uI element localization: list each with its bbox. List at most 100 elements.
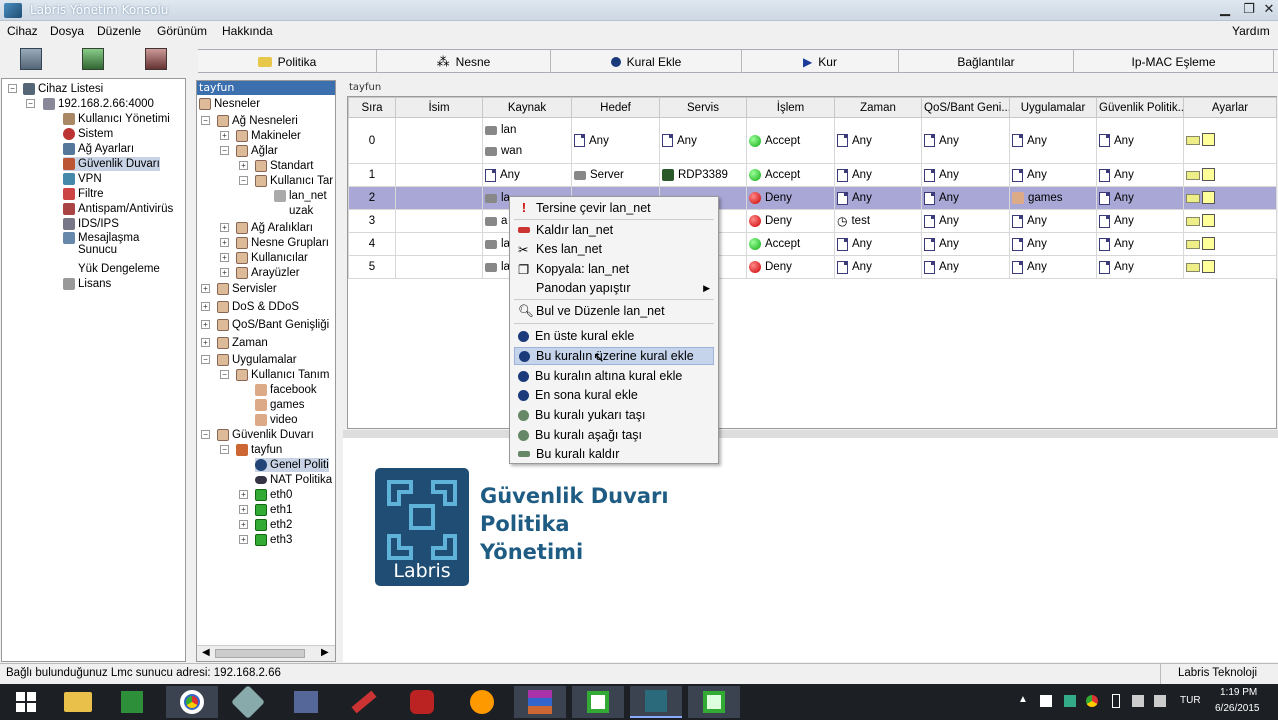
network-status-icon[interactable] xyxy=(1132,695,1144,707)
tree-item-guvenlik-duvari[interactable]: Güvenlik Duvarı xyxy=(63,157,160,171)
tab-kural-ekle[interactable]: Kural Ekle xyxy=(551,50,742,73)
table-row[interactable]: 1 Any Server RDP3389 Accept Any Any Any … xyxy=(348,163,1277,187)
collapse-toggle[interactable]: − xyxy=(220,370,229,379)
collapse-toggle[interactable]: − xyxy=(201,430,210,439)
network-tool-icon[interactable] xyxy=(280,686,332,718)
tree-node-nat-politika[interactable]: NAT Politika xyxy=(255,473,332,487)
menu-item-move-up[interactable]: Bu kuralı yukarı taşı xyxy=(514,406,714,424)
tree-node-standart[interactable]: Standart xyxy=(255,159,313,173)
cell-uygulamalar[interactable]: games xyxy=(1009,186,1097,210)
tray-chrome-icon[interactable] xyxy=(1086,695,1098,707)
cell-qos[interactable]: Any xyxy=(921,232,1010,256)
settings-icon[interactable] xyxy=(1186,259,1216,273)
menu-item-add-bottom[interactable]: En sona kural ekle xyxy=(514,386,714,404)
store-icon[interactable] xyxy=(106,686,158,718)
tree-item-ag-ayarlari[interactable]: Ağ Ayarları xyxy=(63,142,134,156)
settings-icon[interactable] xyxy=(1186,213,1216,227)
cell-qos[interactable]: Any xyxy=(921,117,1010,164)
tree-item-antispam[interactable]: Antispam/Antivirüs xyxy=(63,202,173,216)
expand-toggle[interactable]: + xyxy=(201,338,210,347)
cell-islem[interactable]: Accept xyxy=(746,232,835,256)
cell-servis[interactable]: RDP3389 xyxy=(659,163,747,187)
tree-item-vpn[interactable]: VPN xyxy=(63,172,102,186)
language-indicator[interactable]: TUR xyxy=(1180,695,1201,706)
cell-zaman[interactable]: Any xyxy=(834,163,922,187)
expand-toggle[interactable]: + xyxy=(239,505,248,514)
menu-dosya[interactable]: Dosya xyxy=(50,24,84,38)
tree-node-tayfun[interactable]: tayfun xyxy=(236,443,282,457)
tree-node-eth1[interactable]: eth1 xyxy=(255,503,292,517)
tree-node-arayuzler[interactable]: Arayüzler xyxy=(236,266,300,280)
tree-node-nesneler[interactable]: Nesneler xyxy=(199,97,260,111)
acrobat-icon[interactable] xyxy=(396,686,448,718)
menu-item-copy[interactable]: ❐ Kopyala: lan_net xyxy=(514,260,714,278)
disconnect-device-icon[interactable] xyxy=(145,48,167,70)
tree-node-makineler[interactable]: Makineler xyxy=(236,129,301,143)
cell-hedef[interactable]: Any xyxy=(571,117,660,164)
clock-time[interactable]: 1:19 PM xyxy=(1220,687,1257,698)
tree-node-nesne-gruplari[interactable]: Nesne Grupları xyxy=(236,236,329,250)
col-zaman[interactable]: Zaman xyxy=(834,97,922,118)
tree-item-kullanici-yonetimi[interactable]: Kullanıcı Yönetimi xyxy=(63,112,170,126)
cell-uygulamalar[interactable]: Any xyxy=(1009,209,1097,233)
menu-item-reverse[interactable]: ! Tersine çevir lan_net xyxy=(514,199,714,217)
settings-icon[interactable] xyxy=(1186,236,1216,250)
expand-toggle[interactable]: + xyxy=(220,131,229,140)
tree-node-kullanici-tanim[interactable]: Kullanıcı Tanım xyxy=(236,368,329,382)
battery-icon[interactable] xyxy=(1112,694,1120,708)
collapse-toggle[interactable]: − xyxy=(8,84,17,93)
tray-action-center-icon[interactable] xyxy=(1040,695,1052,707)
menu-item-remove[interactable]: Kaldır lan_net xyxy=(514,221,714,239)
expand-toggle[interactable]: + xyxy=(220,223,229,232)
cell-islem[interactable]: Accept xyxy=(746,163,835,187)
cell-zaman[interactable]: Any xyxy=(834,186,922,210)
settings-icon[interactable] xyxy=(1186,167,1216,181)
expand-toggle[interactable]: + xyxy=(201,284,210,293)
cell-ayarlar[interactable] xyxy=(1183,232,1277,256)
menu-item-delete-rule[interactable]: Bu kuralı kaldır xyxy=(514,445,714,463)
cell-islem[interactable]: Deny xyxy=(746,209,835,233)
tab-politika[interactable]: Politika xyxy=(198,50,377,73)
expand-toggle[interactable]: + xyxy=(201,302,210,311)
tab-ip-mac[interactable]: Ip-MAC Eşleme xyxy=(1074,50,1274,73)
cell-ayarlar[interactable] xyxy=(1183,209,1277,233)
collapse-toggle[interactable]: − xyxy=(220,146,229,155)
table-row[interactable]: 2 la Deny Any Any games Any xyxy=(348,186,1277,210)
volume-icon[interactable] xyxy=(1154,695,1166,707)
clock-date[interactable]: 6/26/2015 xyxy=(1215,703,1260,714)
collapse-toggle[interactable]: − xyxy=(201,355,210,364)
virtualbox-icon[interactable] xyxy=(222,685,274,719)
cell-ayarlar[interactable] xyxy=(1183,255,1277,279)
cell-zaman[interactable]: Any xyxy=(834,255,922,279)
col-hedef[interactable]: Hedef xyxy=(571,97,660,118)
tree-item-lisans[interactable]: Lisans xyxy=(63,277,111,291)
cell-guvenlik-politika[interactable]: Any xyxy=(1096,163,1184,187)
cell-islem[interactable]: Accept xyxy=(746,117,835,164)
scroll-right-icon[interactable]: ▶ xyxy=(321,647,329,658)
tree-node-servisler[interactable]: Servisler xyxy=(217,282,277,296)
table-row[interactable]: 5 la Deny Any Any Any Any xyxy=(348,255,1277,279)
cell-qos[interactable]: Any xyxy=(921,209,1010,233)
expand-toggle[interactable]: + xyxy=(220,238,229,247)
horizontal-scrollbar[interactable]: ◀ ▶ xyxy=(197,645,335,661)
maximize-button[interactable]: ❐ xyxy=(1238,2,1260,19)
tree-node-ag-nesneleri[interactable]: Ağ Nesneleri xyxy=(217,114,298,128)
tree-node-ag-araliklari[interactable]: Ağ Aralıkları xyxy=(236,221,313,235)
cell-uygulamalar[interactable]: Any xyxy=(1009,232,1097,256)
menu-item-move-down[interactable]: Bu kuralı aşağı taşı xyxy=(514,426,714,444)
cell-uygulamalar[interactable]: Any xyxy=(1009,255,1097,279)
menu-item-find-edit[interactable]: 🔍︎ Bul ve Düzenle lan_net xyxy=(514,302,714,320)
host-node[interactable]: 192.168.2.66:4000 xyxy=(43,97,154,111)
menu-item-add-above[interactable]: Bu kuralın üzerine kural ekle xyxy=(514,347,714,365)
menu-yardim[interactable]: Yardım xyxy=(1232,24,1270,38)
tree-node-eth3[interactable]: eth3 xyxy=(255,533,292,547)
tree-node-kullanicilar[interactable]: Kullanıcılar xyxy=(236,251,308,265)
expand-toggle[interactable]: + xyxy=(239,161,248,170)
camtasia-icon[interactable] xyxy=(572,686,624,718)
tree-item-yuk-dengeleme[interactable]: Yük Dengeleme xyxy=(63,262,160,276)
col-isim[interactable]: İsim xyxy=(395,97,483,118)
tray-app-icon[interactable] xyxy=(1064,695,1076,707)
col-sira[interactable]: Sıra xyxy=(348,97,396,118)
table-row[interactable]: 3 a Deny ◷ test Any Any Any xyxy=(348,209,1277,233)
menu-item-paste[interactable]: Panodan yapıştır ▶ xyxy=(514,279,714,297)
